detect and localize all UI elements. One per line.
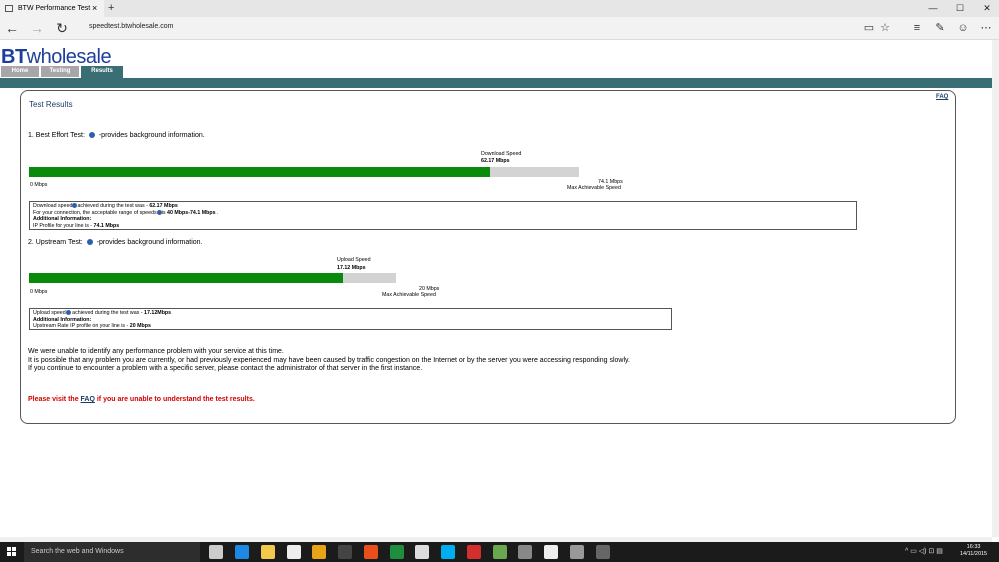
vertical-scrollbar[interactable]	[992, 40, 999, 537]
file-explorer-icon[interactable]	[261, 545, 275, 559]
bt-wholesale-logo: BTwholesale	[1, 46, 112, 68]
back-icon[interactable]: ←	[3, 20, 21, 37]
download-bar-fill	[29, 167, 491, 177]
upload-min-label: 0 Mbps	[30, 289, 48, 295]
skype-icon[interactable]	[441, 545, 455, 559]
edge-icon[interactable]	[235, 545, 249, 559]
message-line: If you continue to encounter a problem w…	[28, 365, 423, 372]
url-field[interactable]: speedtest.btwholesale.com	[89, 23, 173, 30]
download-heading: 1. Best Effort Test: -provides backgroun…	[28, 132, 205, 139]
browser-tab[interactable]: BTW Performance Test ×	[0, 0, 104, 17]
page-favicon-icon	[5, 5, 13, 12]
upload-gauge-label: Upload Speed	[337, 257, 371, 263]
faq-inline-link[interactable]: FAQ	[81, 396, 95, 403]
message-line: It is possible that any problem you are …	[28, 356, 630, 364]
share-icon[interactable]: ☺	[956, 21, 970, 35]
windows-start-icon[interactable]	[7, 547, 17, 557]
info-icon[interactable]	[86, 239, 93, 246]
maximize-icon[interactable]: ☐	[951, 0, 969, 17]
download-speed-value: 62.17 Mbps	[481, 158, 510, 164]
chrome-icon[interactable]	[312, 545, 326, 559]
app-icon[interactable]	[518, 545, 532, 559]
message-line: We were unable to identify any performan…	[28, 348, 284, 355]
more-icon[interactable]: ⋯	[979, 21, 993, 35]
header-bar	[0, 78, 992, 88]
nav-tab-home[interactable]: Home	[1, 66, 39, 77]
tab-close-icon[interactable]: ×	[92, 0, 97, 17]
nav-tab-testing[interactable]: Testing	[41, 66, 79, 77]
page-title: Test Results	[29, 100, 73, 109]
task-view-icon[interactable]	[209, 545, 223, 559]
upload-result-box: Upload speed achieved during the test wa…	[29, 308, 672, 330]
upload-speed-value: 17.12 Mbps	[337, 265, 366, 271]
taskbar-clock[interactable]: 16:33 14/11/2015	[960, 544, 987, 558]
app-icon[interactable]	[467, 545, 481, 559]
refresh-icon[interactable]: ↻	[53, 20, 71, 37]
tab-strip: BTW Performance Test × + — ☐ ✕	[0, 0, 999, 17]
new-tab-icon[interactable]: +	[108, 0, 114, 17]
faq-prompt: Please visit the FAQ if you are unable t…	[28, 396, 255, 403]
app-icon[interactable]	[364, 545, 378, 559]
upload-bar-fill	[29, 273, 344, 283]
tab-title: BTW Performance Test	[18, 5, 91, 12]
favorite-star-icon[interactable]: ☆	[878, 21, 892, 35]
results-panel	[20, 90, 956, 424]
window-close-icon[interactable]: ✕	[978, 0, 996, 17]
download-result-box: Download speed achieved during the test w…	[29, 201, 857, 230]
address-bar-row: ← → ↻ speedtest.btwholesale.com ▭ ☆ ≡ ✎ …	[0, 17, 999, 40]
hub-icon[interactable]: ≡	[910, 21, 924, 35]
system-tray[interactable]: ^ ▭ ◁) ⊡ ▤	[905, 547, 943, 555]
xbox-icon[interactable]	[544, 545, 558, 559]
download-max-caption: Max Achievable Speed	[567, 185, 621, 191]
app-icon[interactable]	[570, 545, 584, 559]
app-icon[interactable]	[596, 545, 610, 559]
web-note-icon[interactable]: ✎	[933, 21, 947, 35]
minimize-icon[interactable]: —	[924, 0, 942, 17]
taskbar-search-box[interactable]: Search the web and Windows	[24, 542, 200, 562]
store-icon[interactable]	[287, 545, 301, 559]
nav-tab-results[interactable]: Results	[81, 66, 123, 78]
upload-max-caption: Max Achievable Speed	[382, 292, 436, 298]
upload-heading: 2. Upstream Test: -provides background i…	[28, 239, 203, 246]
forward-icon[interactable]: →	[28, 20, 46, 37]
reading-view-icon[interactable]: ▭	[862, 21, 876, 35]
faq-link[interactable]: FAQ	[936, 94, 948, 100]
app-icon[interactable]	[493, 545, 507, 559]
calculator-icon[interactable]	[415, 545, 429, 559]
info-icon[interactable]	[88, 132, 95, 139]
download-gauge-label: Download Speed	[481, 151, 522, 157]
steam-icon[interactable]	[338, 545, 352, 559]
result-message: We were unable to identify any performan…	[28, 348, 928, 374]
app-icon[interactable]	[390, 545, 404, 559]
download-min-label: 0 Mbps	[30, 182, 48, 188]
